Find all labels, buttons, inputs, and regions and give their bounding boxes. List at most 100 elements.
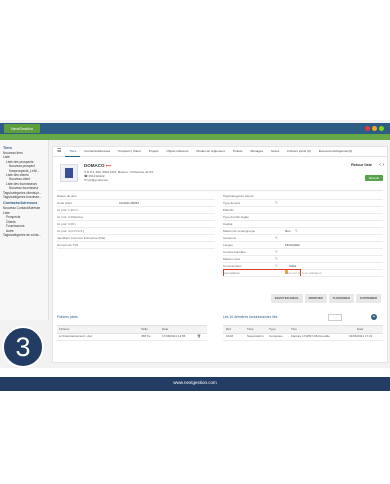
files-section-title: Fichiers joints xyxy=(57,315,78,319)
pencil-icon[interactable]: ✎ xyxy=(295,228,298,234)
window-dot-green[interactable] xyxy=(379,126,384,131)
file-size: 358 Ko xyxy=(141,334,151,338)
tab-bar: ☰ Tiers Contacts/Adresses Prospect | Cli… xyxy=(53,147,387,157)
column-header: Titre xyxy=(291,327,297,331)
step-number-badge: 3 xyxy=(2,326,44,368)
field-row: Nature du tiers xyxy=(57,193,215,200)
field-value: Non xyxy=(285,229,291,233)
app-logo[interactable]: NextGestion xyxy=(4,124,40,133)
edit-button[interactable]: MODIFIER xyxy=(304,294,327,303)
merge-button[interactable]: FUSIONNER xyxy=(328,294,354,303)
field-row: Maison de vente/groupe Non ✎ xyxy=(223,228,383,235)
file-date: 17/08/2021 12:55 xyxy=(162,334,186,338)
pencil-icon[interactable]: ✎ xyxy=(275,200,278,206)
field-row: Numéro de TVA xyxy=(57,242,215,249)
field-row: Lien externe Tiers non lié à un utilisat… xyxy=(223,270,383,277)
field-row: Id. prof. 3 (IF.) xyxy=(57,221,215,228)
window-dot-yellow[interactable] xyxy=(372,126,377,131)
company-email: ✉ fwr@gmail.com xyxy=(84,178,109,182)
delete-button[interactable]: SUPPRIMER xyxy=(355,294,381,303)
field-label: Langue xyxy=(223,243,234,247)
tab-menages[interactable]: Ménages xyxy=(246,147,267,156)
tab-projets[interactable]: Projets xyxy=(145,147,163,156)
field-label: Compte bancaire xyxy=(223,250,246,254)
back-to-list-link[interactable]: Retour liste xyxy=(351,163,372,167)
chevron-left-icon[interactable]: ‹ xyxy=(379,162,381,168)
add-button[interactable]: + xyxy=(371,314,377,320)
pencil-icon[interactable]: ✎ xyxy=(275,249,278,255)
tab-objets-referents[interactable]: Objets référents xyxy=(163,147,193,156)
building-icon xyxy=(65,168,73,178)
tab-contacts[interactable]: Contacts/Adresses xyxy=(80,147,114,156)
arrow-pointer-icon: ⟵ xyxy=(105,163,112,168)
field-label: Maison mère xyxy=(223,257,241,261)
invoice-ref[interactable]: FA18 xyxy=(226,333,233,340)
sidebar: Tiers Nouveau tiers Liste Liste des pros… xyxy=(0,140,49,320)
column-header: Tiers xyxy=(247,327,254,331)
field-row: Incoterms ✎ xyxy=(223,235,383,242)
company-logo xyxy=(60,164,78,182)
table-row[interactable]: FA18 SuperAdmin Composa... Facture 174(8… xyxy=(223,333,383,341)
tab-evenements[interactable]: Événements/Agenda (0) xyxy=(315,147,356,156)
field-label: Code client xyxy=(57,201,73,205)
field-row: Maison mère ✎ xyxy=(223,256,383,263)
tab-modes-reglement[interactable]: Modes de règlement xyxy=(193,147,229,156)
menu-icon[interactable]: ☰ xyxy=(53,147,65,156)
field-row: Type d'entité légale xyxy=(223,214,383,221)
tab-fichiers-joints[interactable]: Fichiers joints (0) xyxy=(283,147,315,156)
column-header: Type xyxy=(269,327,276,331)
window-dot-red[interactable] xyxy=(365,126,370,131)
field-label: Id. prof. 4 (C.N.S.S.) xyxy=(57,229,85,233)
invoices-section-title: Les 10 dernières factures/avoirs liés xyxy=(223,315,278,319)
field-row: Id. prof. 4 (C.N.S.S.) xyxy=(57,228,215,235)
field-label: Type du tiers xyxy=(223,201,241,205)
pencil-icon[interactable]: ✎ xyxy=(275,256,278,262)
file-name-link[interactable]: ● Ordonnancement...doc xyxy=(59,333,92,340)
record-navigation: ‹ › xyxy=(379,162,384,168)
tab-notes[interactable]: Notes xyxy=(267,147,283,156)
field-row: Code client CU2211-00097 xyxy=(57,200,215,207)
field-row: Effectifs xyxy=(223,207,383,214)
invoice-type: Composa... xyxy=(269,334,285,338)
field-row: Type du tiers ✎ xyxy=(223,200,383,207)
column-header: Date xyxy=(357,327,364,331)
field-label: Lien externe xyxy=(223,271,240,275)
invoice-tiers: SuperAdmin xyxy=(247,334,264,338)
action-bar: ENVOYER EMAIL MODIFIER FUSIONNER SUPPRIM… xyxy=(270,294,381,303)
field-label: Id. prof. 3 (IF.) xyxy=(57,222,76,226)
send-email-button[interactable]: ENVOYER EMAIL xyxy=(270,294,303,303)
list-icon[interactable] xyxy=(328,314,342,321)
field-label: Id. prof. 1 (R.C.) xyxy=(57,208,79,212)
tab-tickets[interactable]: Tickets xyxy=(229,147,247,156)
field-label: Id. prof. 2 (Patente) xyxy=(57,215,83,219)
field-label: Effectifs xyxy=(223,208,234,212)
field-value: 16/11/2022 xyxy=(285,243,300,247)
chevron-right-icon[interactable]: › xyxy=(382,162,384,168)
field-label: Maison de vente/groupe xyxy=(223,229,256,233)
sidebar-item-tags-fournisseurs[interactable]: Tags/catégories fournisse... xyxy=(0,195,48,199)
footer-url[interactable]: www.nextgestion.com xyxy=(0,380,390,385)
field-row: Compte bancaire ✎ xyxy=(223,249,383,256)
field-label: Identifiant Commun Entreprise (ICE) xyxy=(57,236,106,240)
sidebar-item-tags-contacts[interactable]: Tags/catégories de conta... xyxy=(0,233,48,237)
thirdparty-card: ☰ Tiers Contacts/Adresses Prospect | Cli… xyxy=(52,146,388,363)
field-row: Langue 16/11/2022 xyxy=(223,242,383,249)
tab-tiers[interactable]: Tiers xyxy=(65,147,81,157)
status-button[interactable]: Devenir xyxy=(365,175,383,181)
divider xyxy=(57,190,383,191)
field-value: CU2211-00097 xyxy=(119,201,140,205)
field-label: Tags/catégories clients xyxy=(223,194,254,198)
field-label: Numéro de TVA xyxy=(57,243,79,247)
field-row: Tags/catégories clients xyxy=(223,193,383,200)
top-menu-bar xyxy=(0,134,390,140)
field-row: Id. prof. 2 (Patente) xyxy=(57,214,215,221)
trash-icon[interactable]: 🗑 xyxy=(197,333,201,340)
window-controls xyxy=(365,126,384,131)
column-header: Taille xyxy=(141,327,148,331)
app-header: NextGestion xyxy=(0,123,390,134)
tab-prospect-client[interactable]: Prospect | Client xyxy=(114,147,145,156)
pencil-icon[interactable]: ✎ xyxy=(275,235,278,241)
field-label: Type d'entité légale xyxy=(223,215,249,219)
table-row[interactable]: ● Ordonnancement...doc 358 Ko 17/08/2021… xyxy=(57,333,207,341)
column-header: Réf. xyxy=(226,327,232,331)
